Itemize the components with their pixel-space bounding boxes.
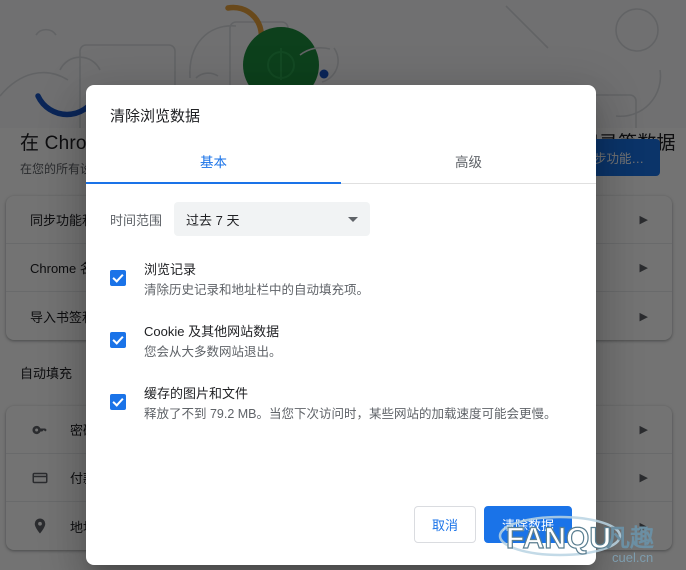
tab-advanced[interactable]: 高级 <box>341 140 596 183</box>
checkbox-item-cached-files[interactable]: 缓存的图片和文件 释放了不到 79.2 MB。当您下次访问时，某些网站的加载速度… <box>110 384 572 424</box>
checkbox-title: 缓存的图片和文件 <box>144 386 249 401</box>
time-range-field: 时间范围 过去 7 天 <box>110 202 572 236</box>
checkbox-item-browsing-history[interactable]: 浏览记录 清除历史记录和地址栏中的自动填充项。 <box>110 260 572 300</box>
checkbox-cookies[interactable] <box>110 332 126 348</box>
time-range-value: 过去 7 天 <box>186 212 240 228</box>
checkbox-text: 缓存的图片和文件 释放了不到 79.2 MB。当您下次访问时，某些网站的加载速度… <box>144 384 572 424</box>
dialog-body: 时间范围 过去 7 天 浏览记录 清除历史记录和地址栏中的自动填充项。 Cook… <box>86 184 596 506</box>
checkbox-title: 浏览记录 <box>144 262 197 277</box>
time-range-select[interactable]: 过去 7 天 <box>174 202 371 236</box>
cancel-button[interactable]: 取消 <box>413 506 476 543</box>
dialog-tabs: 基本 高级 <box>86 140 596 184</box>
checkbox-browsing-history[interactable] <box>110 270 126 286</box>
checkbox-description: 您会从大多数网站退出。 <box>144 345 282 359</box>
checkbox-cached-files[interactable] <box>110 394 126 410</box>
clear-data-button[interactable]: 清除数据 <box>483 506 572 543</box>
dialog-footer: 取消 清除数据 <box>86 506 596 565</box>
dialog-title: 清除浏览数据 <box>110 108 201 125</box>
checkbox-title: Cookie 及其他网站数据 <box>144 324 280 339</box>
tab-basic[interactable]: 基本 <box>86 140 341 184</box>
checkbox-description: 清除历史记录和地址栏中的自动填充项。 <box>144 283 370 297</box>
clear-browsing-data-dialog: 清除浏览数据 基本 高级 时间范围 过去 7 天 浏览记录 清除历史记录和地址栏… <box>86 85 596 565</box>
checkbox-description: 释放了不到 79.2 MB。当您下次访问时，某些网站的加载速度可能会更慢。 <box>144 407 557 421</box>
time-range-label: 时间范围 <box>110 212 163 228</box>
checkbox-item-cookies[interactable]: Cookie 及其他网站数据 您会从大多数网站退出。 <box>110 322 572 362</box>
checkbox-text: Cookie 及其他网站数据 您会从大多数网站退出。 <box>144 322 572 362</box>
chevron-down-icon <box>348 216 359 222</box>
checkbox-text: 浏览记录 清除历史记录和地址栏中的自动填充项。 <box>144 260 572 300</box>
screen-root: 在 Chrome 中登录后即可在所有设备上使用您的书签、密码、历史记录等数据 在… <box>0 0 686 570</box>
